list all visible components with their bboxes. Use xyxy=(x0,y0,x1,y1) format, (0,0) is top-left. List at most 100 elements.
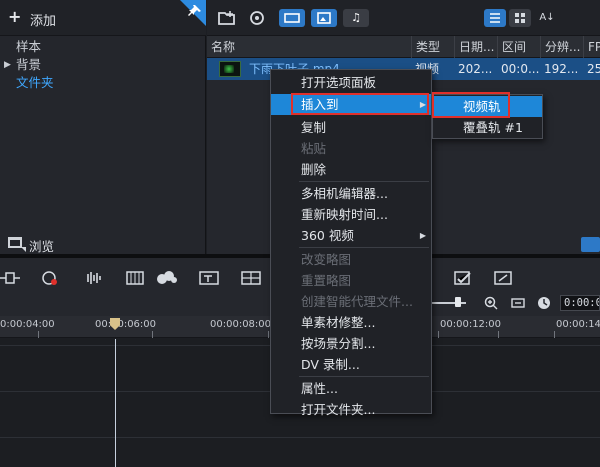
menu-separator xyxy=(299,376,429,377)
split-screen-icon[interactable] xyxy=(240,270,262,286)
ruler-label: 00:00:08:00 xyxy=(210,319,272,330)
zoom-slider-handle[interactable] xyxy=(455,297,461,307)
ruler-label: 00:00:06:00 xyxy=(95,319,157,330)
motion-tracking-icon[interactable] xyxy=(452,270,474,286)
thumbnail-view-button[interactable] xyxy=(509,9,531,27)
zoom-in-icon[interactable] xyxy=(483,295,499,311)
file-date: 202... xyxy=(458,62,493,76)
list-view-button[interactable] xyxy=(484,9,506,27)
plus-icon: + xyxy=(8,7,22,26)
video-filter-icon xyxy=(284,13,300,23)
ruler-tick xyxy=(268,331,269,338)
menu-item-label: 360 视频 xyxy=(301,228,354,243)
menu-item-open-options[interactable]: 打开选项面板 xyxy=(271,72,431,93)
tree-item-label: 样本 xyxy=(16,39,42,54)
capture-button[interactable] xyxy=(247,9,267,27)
column-duration[interactable]: 区间 xyxy=(497,36,540,58)
column-name[interactable]: 名称 xyxy=(207,36,411,58)
ruler-label: 00:00:12:00 xyxy=(440,319,502,330)
column-type[interactable]: 类型 xyxy=(411,36,454,58)
media-toolbar: ♫ A↓ xyxy=(207,0,600,36)
column-fps[interactable]: FP xyxy=(583,36,600,58)
menu-item-label: 属性... xyxy=(301,381,338,396)
ruler-tick xyxy=(438,331,439,338)
menu-item-label: 打开文件夹... xyxy=(301,402,376,417)
expand-arrow-icon[interactable]: ▶ xyxy=(4,56,11,74)
menu-item-label: 多相机编辑器... xyxy=(301,186,388,201)
menu-item-label: 复制 xyxy=(301,120,327,135)
column-resolution[interactable]: 分辨... xyxy=(540,36,583,58)
menu-item-open-folder[interactable]: 打开文件夹... xyxy=(271,399,431,420)
menu-item-dv-capture[interactable]: DV 录制... xyxy=(271,354,431,375)
tree-item-samples[interactable]: 样本 xyxy=(0,38,206,56)
menu-item-label: 重置略图 xyxy=(301,273,352,288)
subtitle-editor-icon[interactable] xyxy=(492,270,514,286)
track-manager-icon[interactable] xyxy=(0,270,22,286)
tree-item-folder[interactable]: 文件夹 xyxy=(0,74,206,92)
auto-music-icon[interactable] xyxy=(40,270,62,286)
show-audio-toggle[interactable]: ♫ xyxy=(343,9,369,27)
menu-separator xyxy=(299,247,429,248)
menu-separator xyxy=(299,181,429,182)
show-photo-toggle[interactable] xyxy=(311,9,337,27)
track-separator xyxy=(0,437,600,438)
menu-item-label: 覆叠轨 #1 xyxy=(463,120,523,135)
panel-options-button[interactable] xyxy=(581,237,600,252)
menu-item-label: 按场景分割... xyxy=(301,336,376,351)
video-thumbnail xyxy=(219,61,241,77)
menu-item-split-by-scene[interactable]: 按场景分割... xyxy=(271,333,431,354)
sort-icon: A↓ xyxy=(539,12,555,23)
ruler-tick xyxy=(554,331,555,338)
annotation-highlight-box xyxy=(291,93,429,115)
ruler-label: 00:00:14:00 xyxy=(556,319,600,330)
menu-item-delete[interactable]: 删除 xyxy=(271,159,431,180)
fit-project-icon[interactable] xyxy=(510,295,526,311)
menu-item-copy[interactable]: 复制 xyxy=(271,117,431,138)
file-fps: 25... xyxy=(587,62,600,76)
menu-item-360-video[interactable]: 360 视频 ▶ xyxy=(271,225,431,246)
file-list-header: 名称 类型 日期... 区间 分辨... FP xyxy=(207,36,600,58)
menu-item-label: 粘贴 xyxy=(301,141,327,156)
mask-icon[interactable] xyxy=(156,270,178,286)
folder-icon xyxy=(218,11,235,25)
folder-browse-icon xyxy=(8,237,26,252)
ruler-tick xyxy=(152,331,153,338)
menu-item-paste[interactable]: 粘贴 xyxy=(271,138,431,159)
context-menu: 打开选项面板 插入到 ▶ 复制 粘贴 删除 多相机编辑器... 重新映射时间...… xyxy=(270,69,432,417)
multi-trim-icon[interactable] xyxy=(124,270,146,286)
annotation-highlight-box xyxy=(432,92,510,118)
playhead-line xyxy=(115,339,116,467)
music-note-icon: ♫ xyxy=(351,11,361,24)
grid-view-icon xyxy=(515,13,525,23)
pin-icon[interactable] xyxy=(180,0,206,26)
menu-item-create-proxy[interactable]: 创建智能代理文件... xyxy=(271,291,431,312)
title-icon[interactable] xyxy=(198,270,220,286)
menu-item-change-thumbnail[interactable]: 改变略图 xyxy=(271,249,431,270)
menu-item-label: DV 录制... xyxy=(301,357,360,372)
submenu-item-overlay-track[interactable]: 覆叠轨 #1 xyxy=(433,117,542,138)
import-folder-button[interactable] xyxy=(217,9,237,27)
menu-item-properties[interactable]: 属性... xyxy=(271,378,431,399)
browse-button[interactable]: 浏览 xyxy=(0,234,206,254)
column-date[interactable]: 日期... xyxy=(454,36,497,58)
tree-item-backgrounds[interactable]: ▶ 背景 xyxy=(0,56,206,74)
ruler-label: 0:00:04:00 xyxy=(0,319,55,330)
menu-item-single-clip-trim[interactable]: 单素材修整... xyxy=(271,312,431,333)
file-resolution: 192... xyxy=(544,62,579,76)
menu-item-multicam-editor[interactable]: 多相机编辑器... xyxy=(271,183,431,204)
add-label: 添加 xyxy=(30,14,57,29)
menu-item-time-remap[interactable]: 重新映射时间... xyxy=(271,204,431,225)
library-panel: + 添加 样本 ▶ 背景 文件夹 浏览 xyxy=(0,0,206,254)
menu-item-reset-thumbnail[interactable]: 重置略图 xyxy=(271,270,431,291)
clock-icon[interactable] xyxy=(536,295,552,311)
show-video-toggle[interactable] xyxy=(279,9,305,27)
audio-wave-icon[interactable] xyxy=(82,270,104,286)
menu-item-label: 改变略图 xyxy=(301,252,352,267)
timecode-display[interactable]: 0:00:0 xyxy=(560,295,600,311)
capture-icon xyxy=(250,11,264,25)
add-folder-button[interactable]: + 添加 xyxy=(0,0,206,36)
menu-item-label: 打开选项面板 xyxy=(301,75,377,90)
ruler-tick xyxy=(38,331,39,338)
list-view-icon xyxy=(490,13,500,23)
sort-button[interactable]: A↓ xyxy=(537,9,557,27)
